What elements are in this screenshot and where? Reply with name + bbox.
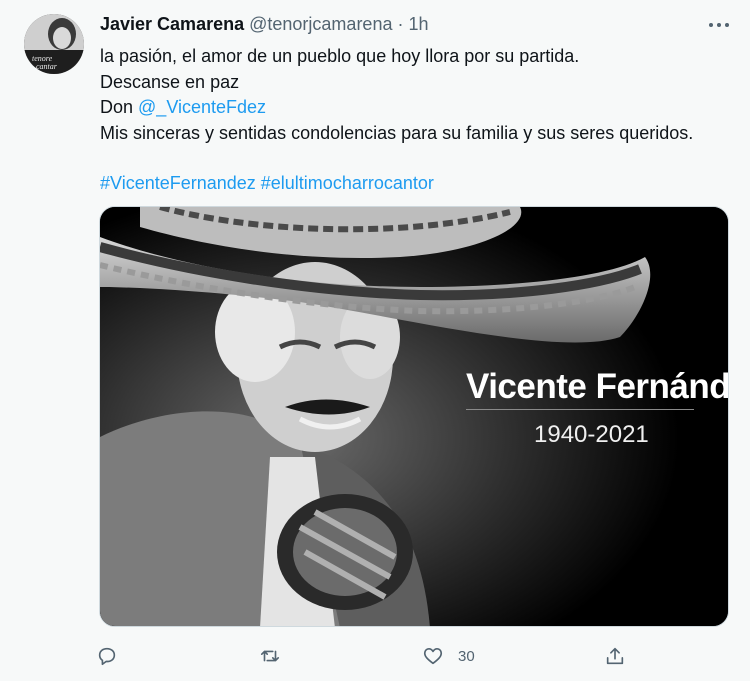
tweet-header: Javier Camarena @tenorjcamarena · 1h <box>100 13 429 35</box>
author-avatar[interactable]: tenore cantar <box>24 14 84 74</box>
tweet-timestamp[interactable]: 1h <box>409 14 429 34</box>
mention-link[interactable]: @_VicenteFdez <box>138 97 266 117</box>
caption-years: 1940-2021 <box>534 421 649 448</box>
tweet-media-image[interactable]: Vicente Fernández 1940-2021 <box>99 206 729 627</box>
tweet-actions: 30 <box>96 640 636 672</box>
caption-divider <box>466 409 694 410</box>
tweet-line-4: Mis sinceras y sentidas condolencias par… <box>100 122 694 143</box>
caption-name: Vicente Fernández <box>466 367 729 406</box>
share-button[interactable] <box>604 640 626 672</box>
avatar-text-2: cantar <box>36 62 58 71</box>
hashtags-link[interactable]: #VicenteFernandez #elultimocharrocantor <box>100 171 730 197</box>
memorial-photo <box>100 207 728 626</box>
tweet-line-3-prefix: Don <box>100 97 139 117</box>
more-dots-icon <box>709 23 729 27</box>
share-icon <box>606 647 624 665</box>
tweet-line-1: la pasión, el amor de un pueblo que hoy … <box>100 46 580 66</box>
more-options-button[interactable] <box>704 14 734 36</box>
retweet-button[interactable] <box>259 640 281 672</box>
author-name[interactable]: Javier Camarena <box>100 14 244 34</box>
reply-button[interactable] <box>96 640 118 672</box>
author-handle[interactable]: @tenorjcamarena <box>249 14 392 34</box>
like-count: 30 <box>458 647 475 665</box>
reply-icon <box>98 647 116 666</box>
heart-icon <box>423 648 443 665</box>
tweet-text: la pasión, el amor de un pueblo que hoy … <box>100 44 730 197</box>
tweet-line-3: Don @_VicenteFdez <box>100 95 730 121</box>
like-button[interactable]: 30 <box>422 640 475 672</box>
header-separator: · <box>397 14 404 34</box>
tweet-line-2: Descanse en paz <box>100 71 240 92</box>
retweet-icon <box>260 650 280 662</box>
